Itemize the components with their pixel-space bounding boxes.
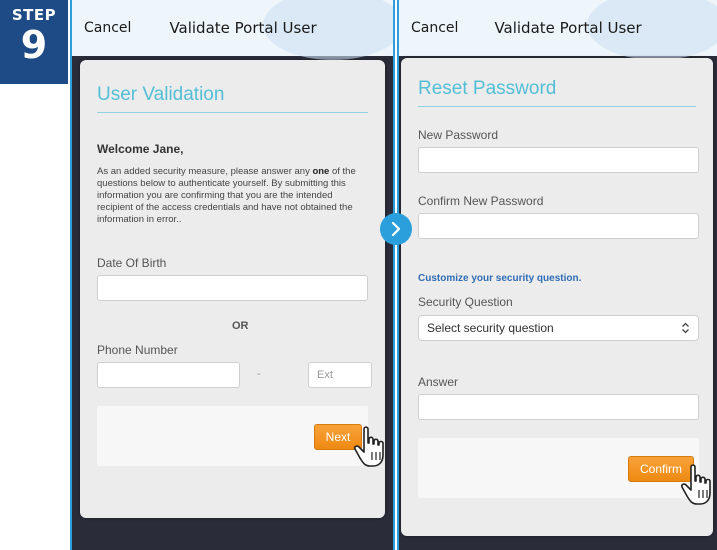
form-footer: Confirm — [418, 438, 699, 498]
security-question-label: Security Question — [418, 295, 513, 309]
welcome-text: Welcome Jane, — [97, 142, 184, 156]
reset-password-screen: Cancel Validate Portal User Reset Passwo… — [397, 0, 717, 550]
reset-password-card: Reset Password New Password Confirm New … — [401, 58, 713, 536]
answer-input[interactable] — [418, 394, 699, 420]
form-footer: Next — [97, 406, 368, 466]
step-label: STEP — [11, 6, 57, 24]
phone-dash: - — [257, 368, 261, 380]
step-number: 9 — [20, 23, 48, 67]
instructions-text: As an added security measure, please ans… — [97, 166, 363, 226]
dob-label: Date Of Birth — [97, 256, 167, 270]
confirm-password-label: Confirm New Password — [418, 194, 544, 208]
step-badge: STEP 9 — [0, 0, 68, 84]
validation-card: User Validation Welcome Jane, As an adde… — [80, 60, 385, 518]
cancel-button[interactable]: Cancel — [411, 20, 458, 36]
phone-input[interactable] — [97, 362, 240, 388]
confirm-password-input[interactable] — [418, 213, 699, 239]
new-password-input[interactable] — [418, 147, 699, 173]
card-title: User Validation — [97, 84, 368, 113]
or-separator: OR — [232, 320, 249, 332]
top-bar: Cancel Validate Portal User — [399, 0, 717, 60]
dob-input[interactable] — [97, 275, 368, 301]
cancel-button[interactable]: Cancel — [84, 20, 131, 36]
user-validation-screen: Cancel Validate Portal User User Validat… — [70, 0, 395, 550]
top-bar: Cancel Validate Portal User — [72, 0, 393, 60]
page-title: Validate Portal User — [169, 19, 317, 37]
page-title: Validate Portal User — [494, 19, 642, 37]
hand-pointer-icon — [354, 426, 384, 467]
customize-heading: Customize your security question. — [418, 273, 582, 284]
new-password-label: New Password — [418, 128, 499, 142]
security-question-value: Select security question — [427, 321, 554, 335]
chevron-right-icon — [380, 213, 412, 245]
answer-label: Answer — [418, 375, 459, 389]
security-question-select[interactable]: Select security question — [418, 315, 699, 341]
instructions-part-1: As an added security measure, please ans… — [97, 166, 313, 177]
phone-label: Phone Number — [97, 343, 178, 357]
ext-input[interactable]: Ext — [308, 362, 372, 388]
hand-pointer-icon — [681, 464, 711, 505]
instructions-emphasis: one — [312, 166, 330, 177]
select-arrows-icon — [681, 322, 690, 335]
card-title: Reset Password — [418, 78, 696, 107]
